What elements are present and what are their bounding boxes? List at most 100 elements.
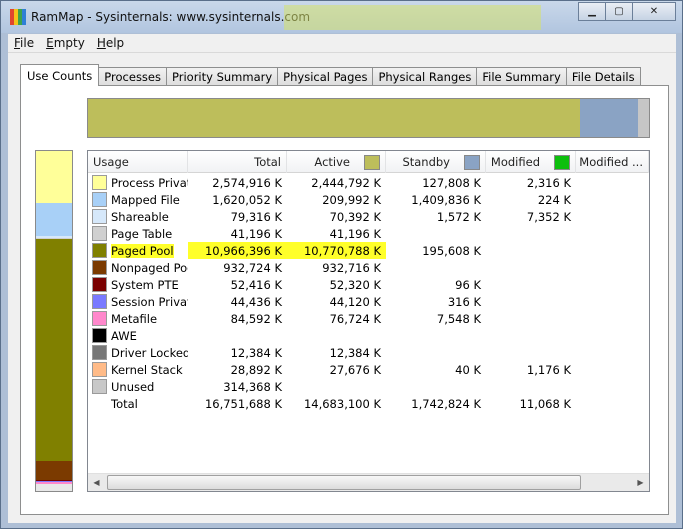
usage-color-swatch xyxy=(92,192,107,207)
active-cell: 10,770,788 K xyxy=(287,242,386,259)
menu-file[interactable]: File xyxy=(8,36,40,50)
scrollbar-thumb[interactable] xyxy=(107,475,582,490)
maximize-button[interactable]: ▢ xyxy=(605,2,633,21)
total-cell: 79,316 K xyxy=(230,209,282,224)
table-row[interactable]: Unused 314,368 K xyxy=(88,378,649,395)
total-cell: 2,574,916 K xyxy=(212,175,282,190)
tab-processes[interactable]: Processes xyxy=(98,67,167,86)
column-header-modified[interactable]: Modified ... xyxy=(576,151,649,173)
app-icon-stripe xyxy=(22,9,26,25)
total-cell: 41,196 K xyxy=(230,226,282,241)
close-button[interactable]: ✕ xyxy=(632,2,676,21)
table-row[interactable]: Paged Pool 10,966,396 K 10,770,788 K 195,60… xyxy=(88,242,649,259)
usage-bar-segment-nonpaged-pool xyxy=(36,461,72,481)
usage-cell: Process Private xyxy=(88,174,188,191)
title-bar[interactable]: RamMap - Sysinternals: www.sysinternals.… xyxy=(1,1,682,33)
active-cell: 76,724 K xyxy=(329,311,381,326)
total-cell: 44,436 K xyxy=(230,294,282,309)
modnw-cell xyxy=(576,344,649,361)
active-cell: 209,992 K xyxy=(322,192,381,207)
scrollbar-track[interactable] xyxy=(105,474,632,491)
table-header: Usage Total Active Standby Modified Modified … xyxy=(88,151,649,173)
usage-label: Session Private xyxy=(111,294,188,309)
column-header-standby[interactable]: Standby xyxy=(386,151,486,173)
active-cell: 41,196 K xyxy=(329,226,381,241)
menu-help[interactable]: Help xyxy=(91,36,130,50)
column-header-active[interactable]: Active xyxy=(287,151,386,173)
table-row[interactable]: Kernel Stack 28,892 K 27,676 K 40 K 1,176 K xyxy=(88,361,649,378)
usage-color-swatch xyxy=(92,328,107,343)
active-cell: 27,676 K xyxy=(329,362,381,377)
top-bar-segment-active xyxy=(88,99,580,137)
table-row[interactable]: Process Private 2,574,916 K 2,444,792 K 127… xyxy=(88,174,649,191)
column-header-usage[interactable]: Usage xyxy=(88,151,188,173)
modified-cell xyxy=(486,259,576,276)
tab-file-details[interactable]: File Details xyxy=(565,67,641,86)
column-header-total[interactable]: Total xyxy=(188,151,287,173)
usage-color-swatch xyxy=(92,243,107,258)
modified-cell: 7,352 K xyxy=(526,209,571,224)
table-row[interactable]: Page Table 41,196 K 41,196 K xyxy=(88,225,649,242)
usage-bar-segment-process-private xyxy=(36,151,72,204)
tab-use-counts[interactable]: Use Counts xyxy=(20,64,100,86)
modnw-cell xyxy=(576,242,649,259)
top-bar-segment-other xyxy=(638,99,649,137)
usage-cell: Unused xyxy=(88,378,188,395)
active-cell: 932,716 K xyxy=(322,260,381,275)
standby-cell xyxy=(386,259,486,276)
tab-priority-summary[interactable]: Priority Summary xyxy=(166,67,279,86)
modnw-cell xyxy=(576,174,649,191)
table-row[interactable]: Mapped File 1,620,052 K 209,992 K 1,409,836… xyxy=(88,191,649,208)
total-cell: 52,416 K xyxy=(230,277,282,292)
usage-color-swatch xyxy=(92,277,107,292)
menu-label-rest: ile xyxy=(20,36,35,50)
menu-label-rest: mpty xyxy=(53,36,85,50)
scroll-left-button[interactable]: ◀ xyxy=(88,474,105,491)
tab-physical-ranges[interactable]: Physical Ranges xyxy=(372,67,478,86)
usage-bar-segment-mapped-file xyxy=(36,203,72,237)
tab-physical-pages[interactable]: Physical Pages xyxy=(277,67,374,86)
modnw-cell xyxy=(576,208,649,225)
modnw-cell xyxy=(576,378,649,395)
use-counts-table[interactable]: Usage Total Active Standby Modified Modified … xyxy=(87,150,650,492)
active-cell: 52,320 K xyxy=(329,277,381,292)
column-color-swatch xyxy=(554,154,570,170)
usage-cell: Shareable xyxy=(88,208,188,225)
usage-label: Paged Pool xyxy=(111,243,174,258)
usage-label: Total xyxy=(111,396,138,411)
modified-cell xyxy=(486,310,576,327)
maximize-icon: ▢ xyxy=(614,6,624,17)
scroll-right-button[interactable]: ▶ xyxy=(632,474,649,491)
column-header-modified[interactable]: Modified xyxy=(486,151,576,173)
horizontal-scrollbar[interactable]: ◀ ▶ xyxy=(88,473,649,491)
usage-label: System PTE xyxy=(111,277,179,292)
usage-bar xyxy=(35,150,73,492)
modnw-cell xyxy=(576,191,649,208)
total-cell: 932,724 K xyxy=(223,260,282,275)
usage-color-swatch xyxy=(92,345,107,360)
tab-file-summary[interactable]: File Summary xyxy=(476,67,567,86)
table-row[interactable]: AWE xyxy=(88,327,649,344)
menu-empty[interactable]: Empty xyxy=(40,36,91,50)
table-row[interactable]: Total 16,751,688 K 14,683,100 K 1,742,824 K… xyxy=(88,395,649,412)
table-row[interactable]: Driver Locked 12,384 K 12,384 K xyxy=(88,344,649,361)
table-row[interactable]: Shareable 79,316 K 70,392 K 1,572 K 7,352 K xyxy=(88,208,649,225)
use-counts-panel: Usage Total Active Standby Modified Modified … xyxy=(20,85,669,515)
active-cell: 14,683,100 K xyxy=(303,396,381,411)
usage-label: Shareable xyxy=(111,209,169,224)
standby-cell: 316 K xyxy=(447,294,481,309)
modified-cell: 11,068 K xyxy=(519,396,571,411)
total-cell: 12,384 K xyxy=(230,345,282,360)
usage-cell: Nonpaged Pool xyxy=(88,259,188,276)
modified-cell: 224 K xyxy=(537,192,571,207)
usage-bar-segment-other xyxy=(36,483,72,491)
table-row[interactable]: Nonpaged Pool 932,724 K 932,716 K xyxy=(88,259,649,276)
column-header-label: Total xyxy=(254,155,281,169)
standby-cell: 1,742,824 K xyxy=(411,396,481,411)
minimize-button[interactable]: ▁ xyxy=(578,2,606,21)
table-row[interactable]: Session Private 44,436 K 44,120 K 316 K xyxy=(88,293,649,310)
table-row[interactable]: System PTE 52,416 K 52,320 K 96 K xyxy=(88,276,649,293)
usage-cell: Paged Pool xyxy=(88,242,188,259)
table-row[interactable]: Metafile 84,592 K 76,724 K 7,548 K xyxy=(88,310,649,327)
rammap-app-icon[interactable] xyxy=(10,9,26,25)
